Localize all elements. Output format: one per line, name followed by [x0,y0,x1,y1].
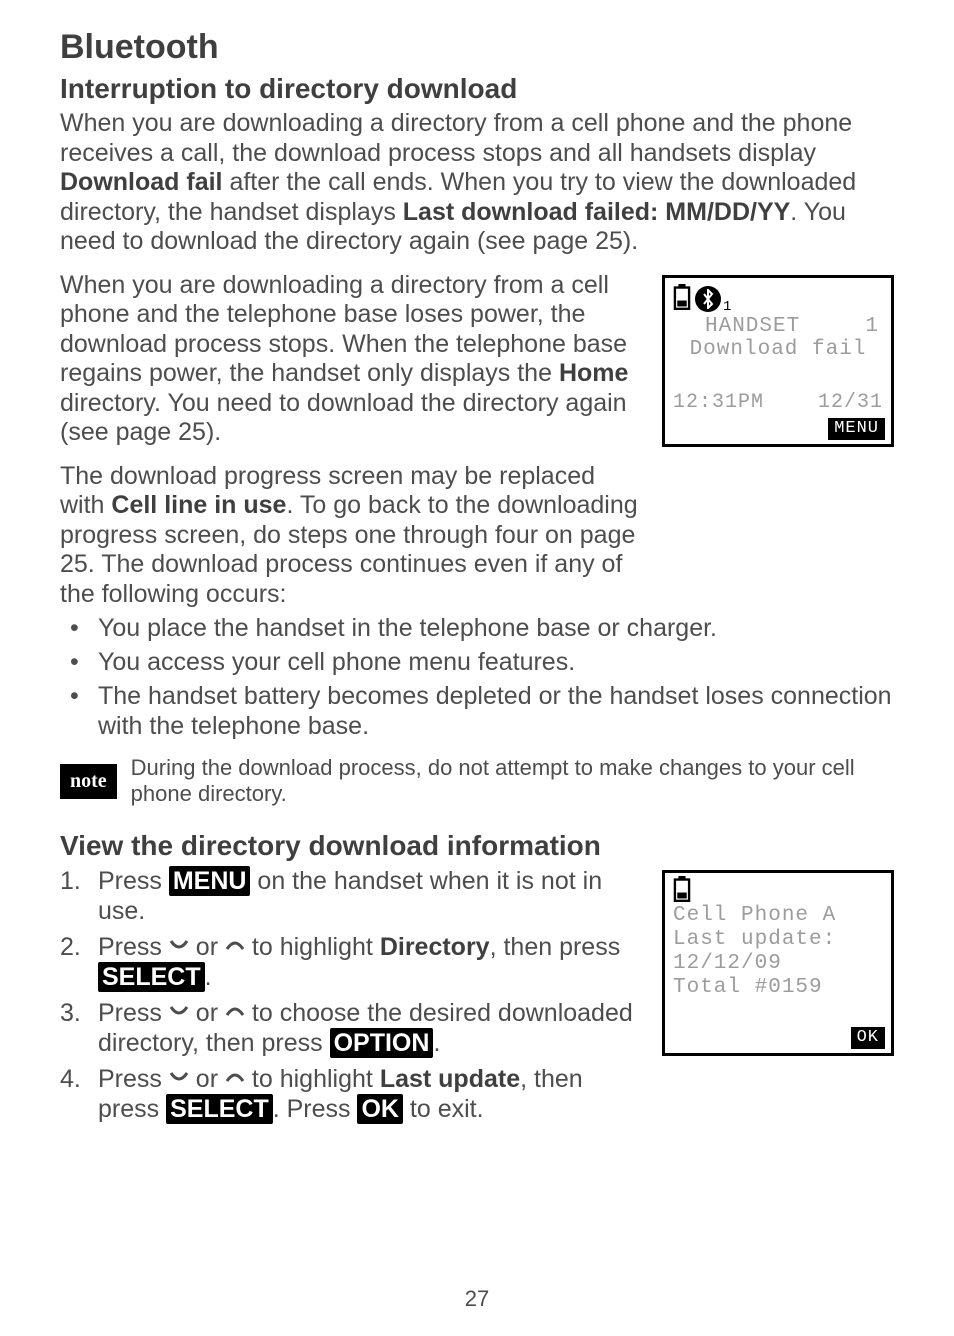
text: When you are downloading a directory fro… [60,109,852,167]
up-arrow-icon [225,1060,245,1090]
select-button-label: SELECT [166,1094,273,1124]
section1-heading: Interruption to directory download [60,73,894,105]
select-button-label: SELECT [98,962,205,992]
lcd-handset-label: HANDSET [705,315,800,338]
down-arrow-icon [169,994,189,1024]
lcd-status: Download fail [671,338,885,361]
text: Press [98,999,169,1027]
note-text: During the download process, do not atte… [131,755,894,808]
lcd-date: 12/31 [818,391,883,414]
steps-list: Press MENU on the handset when it is not… [60,866,644,1124]
lcd-handset-num: 1 [865,315,879,338]
section1-p1: When you are downloading a directory fro… [60,109,894,257]
menu-button-label: MENU [169,866,251,896]
bluetooth-index: 1 [723,299,731,315]
list-item: You access your cell phone menu features… [60,647,894,677]
lcd-line: Cell Phone A [671,904,885,927]
text: to highlight [245,933,380,961]
note-badge: note [60,764,117,799]
down-arrow-icon [169,1060,189,1090]
bold-text: Home [559,359,628,387]
list-item: Press MENU on the handset when it is not… [60,866,644,926]
section2-heading: View the directory download information [60,830,894,862]
bluetooth-icon [695,286,721,312]
text: . Press [273,1095,358,1123]
bold-text: Cell line in use [111,491,286,519]
lcd-line: 12/12/09 [671,952,885,975]
battery-icon [673,284,691,315]
up-arrow-icon [225,928,245,958]
list-item: Press or to highlight Last update, then … [60,1064,644,1124]
text: Press [98,933,169,961]
lcd-line: Last update: [671,928,885,951]
text: . [205,963,212,991]
text: When you are downloading a directory fro… [60,271,627,388]
bold-text: Last download failed: MM/DD/YY [403,198,791,226]
text: or [189,933,225,961]
text: to exit. [403,1095,484,1123]
down-arrow-icon [169,928,189,958]
text: to highlight [245,1065,380,1093]
bold-text: Directory [380,933,490,961]
lcd-screen-2: Cell Phone A Last update: 12/12/09 Total… [662,870,894,1056]
bold-text: Download fail [60,168,223,196]
text: . [433,1029,440,1057]
lcd-line: Total #0159 [671,976,885,999]
lcd-menu-button[interactable]: MENU [828,418,885,440]
text: or [189,999,225,1027]
section1-p2: When you are downloading a directory fro… [60,271,644,448]
list-item: Press or to choose the desired downloade… [60,998,644,1058]
list-item: Press or to highlight Directory, then pr… [60,932,644,992]
section1-p3: The download progress screen may be repl… [60,462,644,610]
ok-button-label: OK [357,1094,403,1124]
page-number: 27 [0,1286,954,1312]
bullet-list: You place the handset in the telephone b… [60,613,894,741]
lcd-time: 12:31PM [673,391,764,414]
list-item: The handset battery becomes depleted or … [60,681,894,741]
list-item: You place the handset in the telephone b… [60,613,894,643]
lcd-ok-button[interactable]: OK [851,1027,885,1049]
lcd-screen-1: 1 HANDSET 1 Download fail 12:31PM 12/31 … [662,275,894,447]
battery-icon [673,876,691,907]
bold-text: Last update [380,1065,520,1093]
note-block: note During the download process, do not… [60,755,894,808]
text: directory. You need to download the dire… [60,389,627,447]
text: , then press [490,933,621,961]
text: Press [98,867,169,895]
text: or [189,1065,225,1093]
text: Press [98,1065,169,1093]
option-button-label: OPTION [330,1028,434,1058]
page-title: Bluetooth [60,28,894,67]
up-arrow-icon [225,994,245,1024]
